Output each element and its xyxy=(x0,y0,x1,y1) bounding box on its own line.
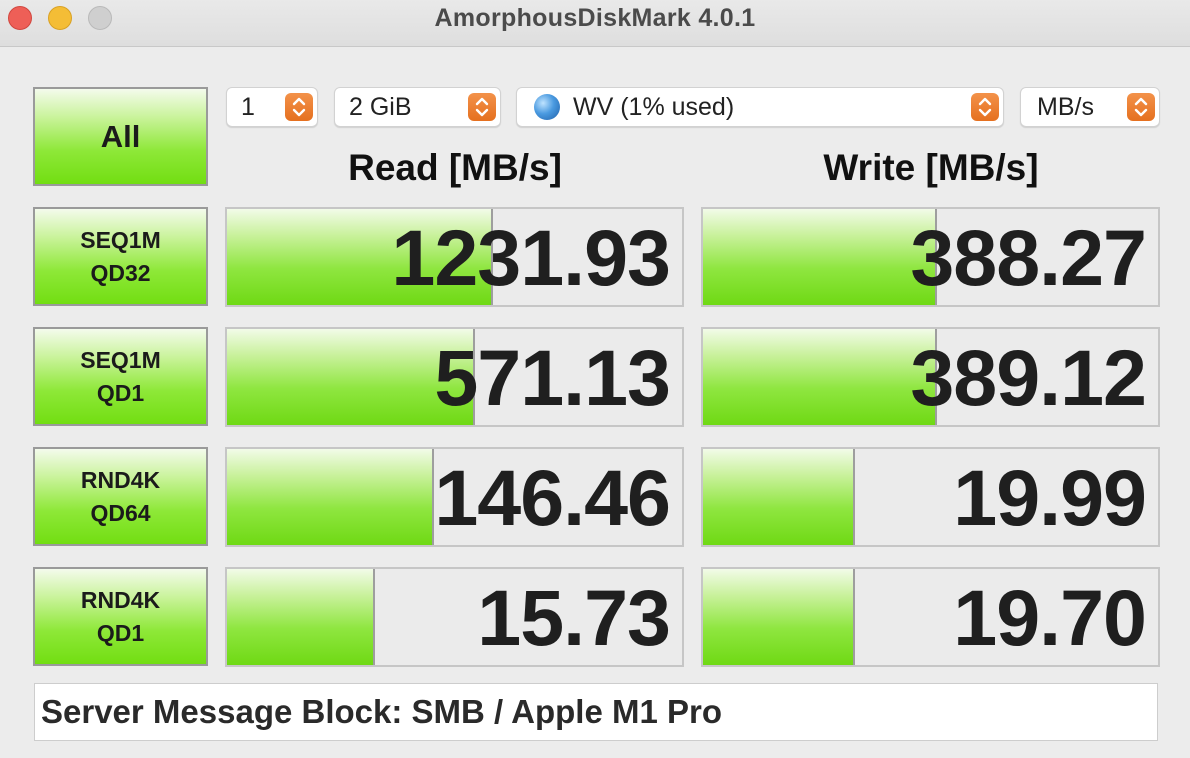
test-name-line2: QD32 xyxy=(90,259,151,286)
test-name-line2: QD1 xyxy=(96,379,145,406)
test-name-line1: RND4K xyxy=(80,466,161,493)
test-name-line2: QD1 xyxy=(96,619,145,646)
read-value: 146.46 xyxy=(434,453,671,542)
target-volume-value: WV (1% used) xyxy=(573,93,735,121)
read-level-bar xyxy=(227,569,375,665)
seq1m-qd32-button[interactable]: SEQ1M QD32 xyxy=(33,207,208,306)
target-volume-select[interactable]: WV (1% used) xyxy=(516,87,1004,127)
comment-field[interactable]: Server Message Block: SMB / Apple M1 Pro xyxy=(34,683,1158,741)
seq1m-qd1-read-result: 571.13 xyxy=(225,327,684,427)
stepper-icon xyxy=(468,93,496,121)
stepper-icon xyxy=(1127,93,1155,121)
test-count-select[interactable]: 1 xyxy=(226,87,318,127)
rnd4k-qd1-write-result: 19.70 xyxy=(701,567,1160,667)
test-size-select[interactable]: 2 GiB xyxy=(334,87,501,127)
test-size-value: 2 GiB xyxy=(349,93,412,121)
title-bar: AmorphousDiskMark 4.0.1 xyxy=(0,0,1190,47)
rnd4k-qd1-button[interactable]: RND4K QD1 xyxy=(33,567,208,666)
write-level-bar xyxy=(703,569,856,665)
write-value: 19.70 xyxy=(953,573,1147,662)
write-value: 19.99 xyxy=(953,453,1147,542)
rnd4k-qd64-button[interactable]: RND4K QD64 xyxy=(33,447,208,546)
write-column-header: Write [MB/s] xyxy=(823,147,1039,188)
write-level-bar xyxy=(703,449,856,545)
test-name-line1: SEQ1M xyxy=(80,346,161,373)
test-name-line1: RND4K xyxy=(80,586,161,613)
network-globe-icon xyxy=(534,94,560,120)
read-level-bar xyxy=(227,449,434,545)
read-column-header: Read [MB/s] xyxy=(348,147,562,188)
write-level-bar xyxy=(703,209,938,305)
all-button-label: All xyxy=(100,118,141,154)
seq1m-qd32-read-result: 1231.93 xyxy=(225,207,684,307)
write-value: 389.12 xyxy=(910,333,1147,422)
rnd4k-qd1-read-result: 15.73 xyxy=(225,567,684,667)
write-level-bar xyxy=(703,329,938,425)
rnd4k-qd64-read-result: 146.46 xyxy=(225,447,684,547)
read-value: 15.73 xyxy=(477,573,671,662)
window-title: AmorphousDiskMark 4.0.1 xyxy=(434,4,756,32)
rnd4k-qd64-write-result: 19.99 xyxy=(701,447,1160,547)
read-value: 571.13 xyxy=(434,333,671,422)
all-tests-button[interactable]: All xyxy=(33,87,208,186)
stepper-icon xyxy=(971,93,999,121)
unit-value: MB/s xyxy=(1037,93,1094,121)
test-name-line2: QD64 xyxy=(90,499,151,526)
write-value: 388.27 xyxy=(910,213,1147,302)
app-window: AmorphousDiskMark 4.0.1 All 1 2 GiB WV (… xyxy=(0,0,1190,758)
seq1m-qd1-write-result: 389.12 xyxy=(701,327,1160,427)
seq1m-qd32-write-result: 388.27 xyxy=(701,207,1160,307)
unit-select[interactable]: MB/s xyxy=(1020,87,1160,127)
test-name-line1: SEQ1M xyxy=(80,226,161,253)
stepper-icon xyxy=(285,93,313,121)
read-value: 1231.93 xyxy=(391,213,671,302)
test-count-value: 1 xyxy=(241,93,255,121)
seq1m-qd1-button[interactable]: SEQ1M QD1 xyxy=(33,327,208,426)
